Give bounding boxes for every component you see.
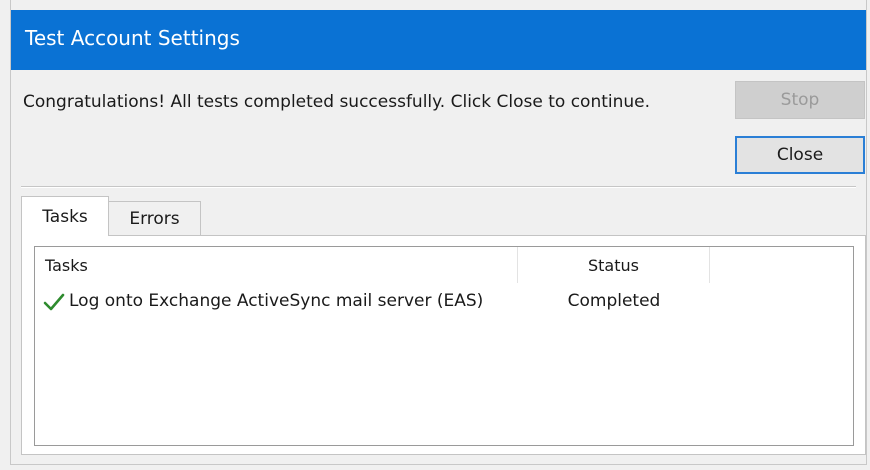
task-name: Log onto Exchange ActiveSync mail server…: [69, 291, 484, 311]
test-account-settings-dialog: Test Account Settings Congratulations! A…: [10, 0, 867, 465]
checkmark-icon: [43, 292, 65, 312]
task-status: Completed: [567, 291, 661, 311]
separator: [21, 186, 856, 188]
tab-errors[interactable]: Errors: [108, 201, 201, 235]
window-title: Test Account Settings: [25, 26, 240, 50]
title-bar: Test Account Settings: [11, 10, 866, 70]
tab-tasks[interactable]: Tasks: [21, 196, 109, 236]
stop-button[interactable]: Stop: [735, 81, 865, 119]
column-header-tasks[interactable]: Tasks: [35, 247, 518, 283]
close-button[interactable]: Close: [735, 136, 865, 174]
column-header-status[interactable]: Status: [518, 247, 710, 283]
tasks-list[interactable]: Tasks Status Log onto Exchange ActiveSyn…: [34, 246, 854, 446]
table-row[interactable]: Log onto Exchange ActiveSync mail server…: [35, 285, 853, 319]
status-message: Congratulations! All tests completed suc…: [23, 92, 651, 112]
tasks-tab-panel: Tasks Status Log onto Exchange ActiveSyn…: [21, 235, 866, 455]
